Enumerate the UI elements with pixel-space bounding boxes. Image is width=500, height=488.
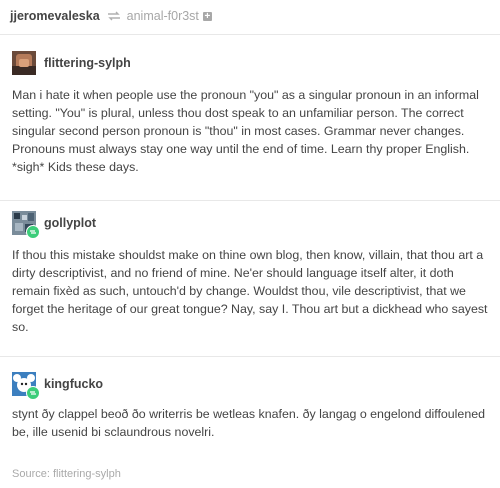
reblog-icon bbox=[107, 11, 121, 21]
post-username[interactable]: kingfucko bbox=[44, 377, 103, 391]
source-blog-link[interactable]: animal-f0r3st bbox=[127, 9, 199, 23]
reblogger-username[interactable]: jjeromevaleska bbox=[10, 9, 100, 23]
post-body: If thou this mistake shouldst make on th… bbox=[12, 248, 488, 334]
avatar[interactable] bbox=[12, 51, 36, 75]
post-body: Man i hate it when people use the pronou… bbox=[12, 88, 479, 174]
post-divider bbox=[0, 200, 500, 201]
post-username[interactable]: gollyplot bbox=[44, 216, 96, 230]
header-divider bbox=[0, 34, 500, 35]
source-link[interactable]: Source: flittering-sylph bbox=[12, 468, 121, 480]
avatar[interactable] bbox=[12, 211, 40, 239]
badge-icon bbox=[26, 225, 40, 239]
post-header-flittering-sylph: flittering-sylph bbox=[12, 51, 131, 75]
plus-icon[interactable]: + bbox=[202, 11, 212, 21]
post-divider bbox=[0, 356, 500, 357]
avatar[interactable] bbox=[12, 372, 40, 400]
post-body: stynt ðy clappel beoð ðo writerris be we… bbox=[12, 407, 485, 439]
post-header-kingfucko: kingfucko bbox=[12, 372, 103, 400]
badge-icon bbox=[26, 386, 40, 400]
post-header-gollyplot: gollyplot bbox=[12, 211, 96, 239]
post-username[interactable]: flittering-sylph bbox=[44, 56, 131, 70]
reblog-header: jjeromevaleska animal-f0r3st + bbox=[10, 7, 212, 25]
